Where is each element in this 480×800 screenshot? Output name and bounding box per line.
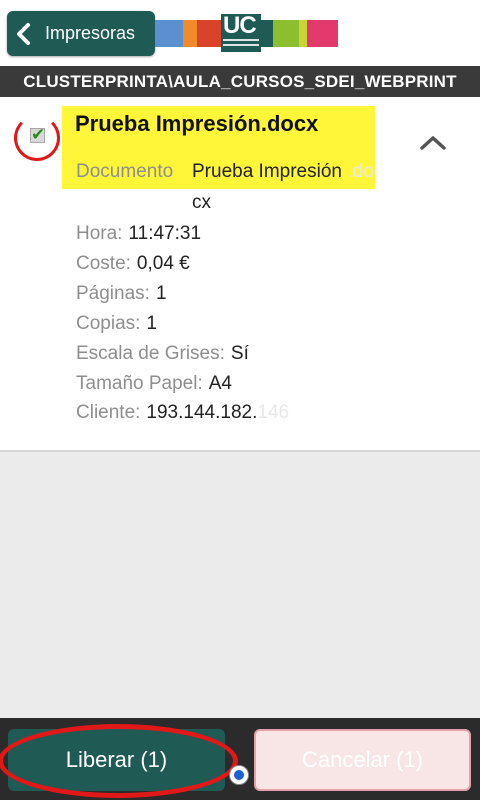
field-value-ghost: 146 [257, 402, 290, 423]
touch-indicator [229, 765, 249, 785]
university-logo: UC [221, 12, 261, 52]
action-bar: Liberar (1) Cancelar (1) [0, 718, 480, 800]
back-button[interactable]: Impresoras [7, 11, 155, 56]
print-job-card[interactable]: ✔ Prueba Impresión.docx Documento Prueba… [0, 97, 480, 452]
field-value: A4 [208, 373, 232, 394]
document-label: Documento [76, 161, 174, 182]
brand-color-strip [155, 20, 183, 47]
job-title: Prueba Impresión.docx [75, 111, 319, 136]
chevron-left-icon [7, 11, 41, 56]
field-paper-size: Tamaño Papel: A4 [76, 373, 232, 395]
field-value: 1 [155, 283, 167, 304]
field-label: Escala de Grises: [76, 343, 225, 364]
field-value: 1 [146, 313, 157, 334]
document-value-ghost: .do [347, 161, 374, 182]
document-value-line2: cx [192, 192, 211, 213]
release-button[interactable]: Liberar (1) [8, 729, 225, 791]
job-checkbox[interactable]: ✔ [30, 125, 46, 144]
field-value: Sí [230, 343, 249, 364]
field-grayscale: Escala de Grises: Sí [76, 343, 249, 365]
cancel-button[interactable]: Cancelar (1) [254, 729, 471, 791]
field-label: Páginas: [76, 283, 150, 304]
document-field: Documento Prueba Impresión .do cx [76, 161, 374, 213]
logo-text: UC [223, 12, 257, 39]
brand-color-strip [273, 20, 299, 47]
field-value: 11:47:31 [128, 223, 202, 244]
brand-color-strip [299, 20, 307, 47]
brand-color-strip [261, 20, 273, 47]
field-label: Cliente: [76, 402, 141, 423]
printer-path: CLUSTERPRINTA\AULA_CURSOS_SDEI_WEBPRINT [23, 71, 457, 91]
field-time: Hora: 11:47:31 [76, 223, 201, 245]
field-cost: Coste: 0,04 € [76, 253, 190, 275]
field-label: Hora: [76, 223, 123, 244]
document-value-line1: Prueba Impresión [192, 161, 342, 182]
document-value: Prueba Impresión .do [192, 161, 374, 183]
field-value: 0,04 € [136, 253, 190, 274]
field-client: Cliente: 193.144.182.146 [76, 402, 289, 424]
back-button-label: Impresoras [45, 23, 136, 43]
field-copies: Copias: 1 [76, 313, 157, 335]
field-pages: Páginas: 1 [76, 283, 167, 305]
brand-color-strip [183, 20, 197, 47]
top-bar: Impresoras UC [0, 0, 480, 66]
chevron-up-icon[interactable] [420, 133, 446, 153]
check-icon: ✔ [31, 125, 46, 144]
cancel-button-label: Cancelar (1) [301, 747, 424, 772]
field-label: Tamaño Papel: [76, 373, 203, 394]
brand-color-strip [307, 20, 338, 47]
release-button-label: Liberar (1) [65, 747, 168, 772]
field-value: 193.144.182. [146, 402, 258, 423]
printer-path-bar: CLUSTERPRINTA\AULA_CURSOS_SDEI_WEBPRINT [0, 66, 480, 97]
field-label: Coste: [76, 253, 131, 274]
brand-color-strip [197, 20, 221, 47]
field-label: Copias: [76, 313, 141, 334]
